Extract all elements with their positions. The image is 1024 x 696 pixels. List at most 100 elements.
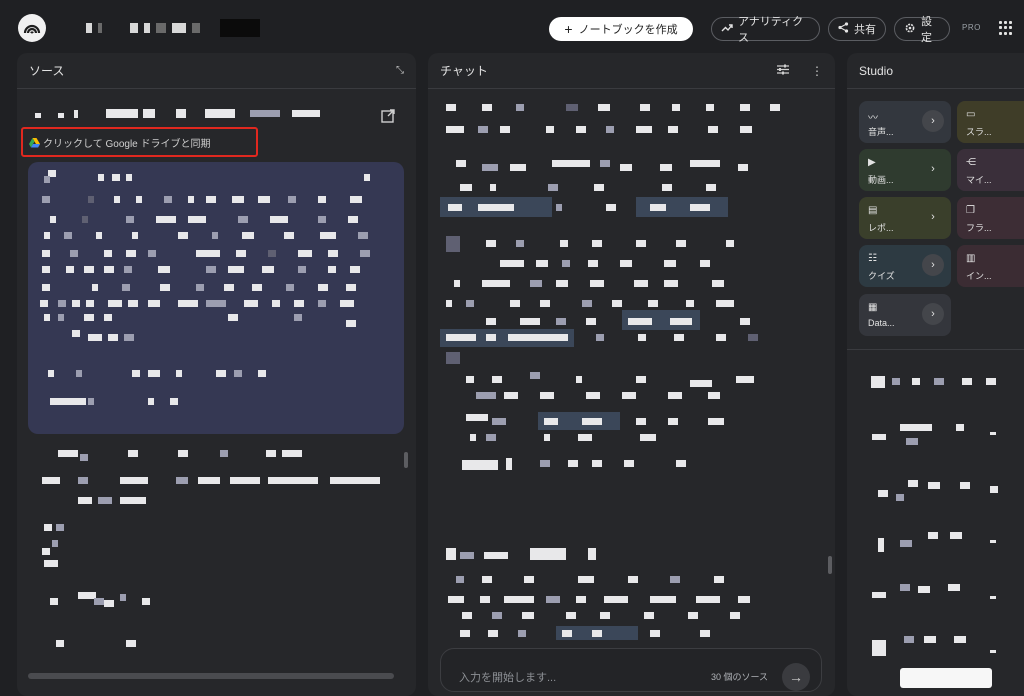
redacted-text-block: [244, 300, 258, 307]
apps-grid-icon[interactable]: [999, 21, 1013, 35]
redacted-text-block: [128, 450, 138, 457]
redacted-text-block: [286, 284, 294, 291]
redacted-text-block: [878, 490, 888, 497]
redacted-text-block: [252, 284, 262, 291]
redacted-text-block: [636, 418, 646, 425]
sources-horizontal-scrollbar[interactable]: [28, 673, 394, 679]
share-label: 共有: [854, 24, 876, 36]
redacted-text-block: [490, 184, 496, 191]
redacted-text-block: [962, 378, 972, 385]
settings-button[interactable]: 設定: [894, 16, 950, 44]
redacted-text-block: [148, 398, 154, 405]
more-vert-icon[interactable]: ⋮: [811, 64, 823, 78]
redacted-text-block: [446, 352, 460, 364]
open-in-new-icon[interactable]: [380, 108, 396, 124]
studio-tile-infographic[interactable]: ▥ イン...: [957, 245, 1024, 287]
redacted-text-block: [690, 204, 710, 211]
redacted-text-block: [196, 284, 204, 291]
redacted-text-block: [536, 260, 548, 267]
redacted-text-block: [586, 392, 600, 399]
redacted-text-block: [478, 126, 488, 133]
studio-tile-flashcards[interactable]: ❐ フラ...: [957, 197, 1024, 239]
analytics-button[interactable]: アナリティクス: [711, 16, 820, 44]
studio-tile-audio[interactable]: 〰 音声... ›: [859, 101, 951, 143]
create-notebook-button[interactable]: + ノートブックを作成: [549, 17, 693, 41]
redacted-text-block: [690, 160, 720, 167]
redacted-text-block: [672, 104, 680, 111]
chat-scrollbar[interactable]: [828, 556, 832, 574]
studio-tile-label: レポ...: [868, 223, 894, 233]
redacted-text-block: [238, 216, 248, 223]
redacted-text-block: [592, 460, 602, 467]
chevron-right-icon[interactable]: ›: [922, 110, 944, 132]
redacted-text-block: [568, 460, 578, 467]
redacted-text-block: [56, 640, 64, 647]
sync-google-drive-button[interactable]: クリックして Google ドライブと同期: [21, 127, 258, 157]
studio-tile-slides[interactable]: ▭ スラ...: [957, 101, 1024, 143]
collapse-panel-icon[interactable]: ⤡: [396, 65, 404, 76]
redacted-text-block: [104, 600, 114, 607]
redacted-text-block: [640, 104, 650, 111]
redacted-text-block: [50, 598, 58, 605]
redacted-text-block: [360, 250, 370, 257]
redacted-text-block: [486, 334, 496, 341]
settings-label: 設定: [921, 16, 932, 44]
redacted-text-block: [620, 260, 632, 267]
redacted-text-block: [954, 636, 966, 643]
studio-tile-data-table[interactable]: ▦ Data... ›: [859, 294, 951, 336]
redacted-text-block: [148, 300, 160, 307]
redacted-text-block: [482, 164, 498, 171]
notebook-title-redacted[interactable]: [86, 18, 260, 38]
studio-tile-mindmap[interactable]: ⋲ マイ...: [957, 149, 1024, 191]
redacted-text-block: [44, 176, 50, 183]
chevron-right-icon[interactable]: ›: [922, 254, 944, 276]
redacted-text-block: [346, 284, 356, 291]
redacted-text-block: [212, 232, 218, 239]
share-button[interactable]: 共有: [828, 17, 886, 41]
tune-icon[interactable]: [777, 64, 789, 78]
redacted-text-block: [58, 314, 64, 321]
redacted-text-block: [488, 630, 498, 637]
redacted-text-block: [236, 250, 246, 257]
redacted-text-block: [578, 434, 592, 441]
redacted-text-block: [94, 598, 104, 605]
redacted-text-block: [480, 596, 490, 603]
redacted-text-block: [288, 196, 296, 203]
chat-input-box[interactable]: 入力を開始します... 30 個のソース →: [440, 648, 822, 692]
redacted-text-block: [164, 196, 172, 203]
chevron-right-icon[interactable]: ›: [922, 303, 944, 325]
redacted-text-block: [990, 540, 996, 543]
redacted-text-block: [676, 460, 686, 467]
redacted-text-block: [124, 266, 132, 273]
studio-tile-report[interactable]: ▤ レポ... ›: [859, 197, 951, 239]
redacted-text-block: [206, 266, 216, 273]
send-button[interactable]: →: [782, 663, 810, 691]
redacted-text-block: [170, 398, 178, 405]
redacted-text-block: [606, 126, 614, 133]
redacted-text-block: [88, 398, 94, 405]
redacted-text-block: [220, 450, 228, 457]
redacted-text-block: [530, 548, 566, 560]
notebook-logo-icon[interactable]: [18, 14, 46, 42]
chevron-right-icon[interactable]: ›: [922, 158, 944, 180]
redacted-text-block: [770, 104, 780, 111]
studio-tile-label: 音声...: [868, 127, 894, 137]
redacted-text-block: [242, 232, 254, 239]
redacted-text-block: [460, 552, 474, 559]
studio-tile-video[interactable]: ▶ 動画... ›: [859, 149, 951, 191]
sources-scrollbar[interactable]: [404, 452, 408, 468]
redacted-text-block: [556, 204, 562, 211]
redacted-text-block: [670, 318, 692, 325]
redacted-text-block: [506, 458, 512, 470]
redacted-text-block: [708, 392, 720, 399]
sources-heading: ソース: [29, 64, 65, 78]
redacted-text-block: [198, 477, 220, 484]
redacted-text-block: [120, 594, 126, 601]
chevron-right-icon[interactable]: ›: [922, 206, 944, 228]
redacted-text-block: [948, 584, 960, 591]
redacted-text-block: [700, 630, 710, 637]
redacted-text-block: [328, 266, 336, 273]
studio-tile-quiz[interactable]: ☷ クイズ ›: [859, 245, 951, 287]
redacted-text-block: [576, 596, 586, 603]
analytics-label: アナリティクス: [738, 16, 804, 44]
